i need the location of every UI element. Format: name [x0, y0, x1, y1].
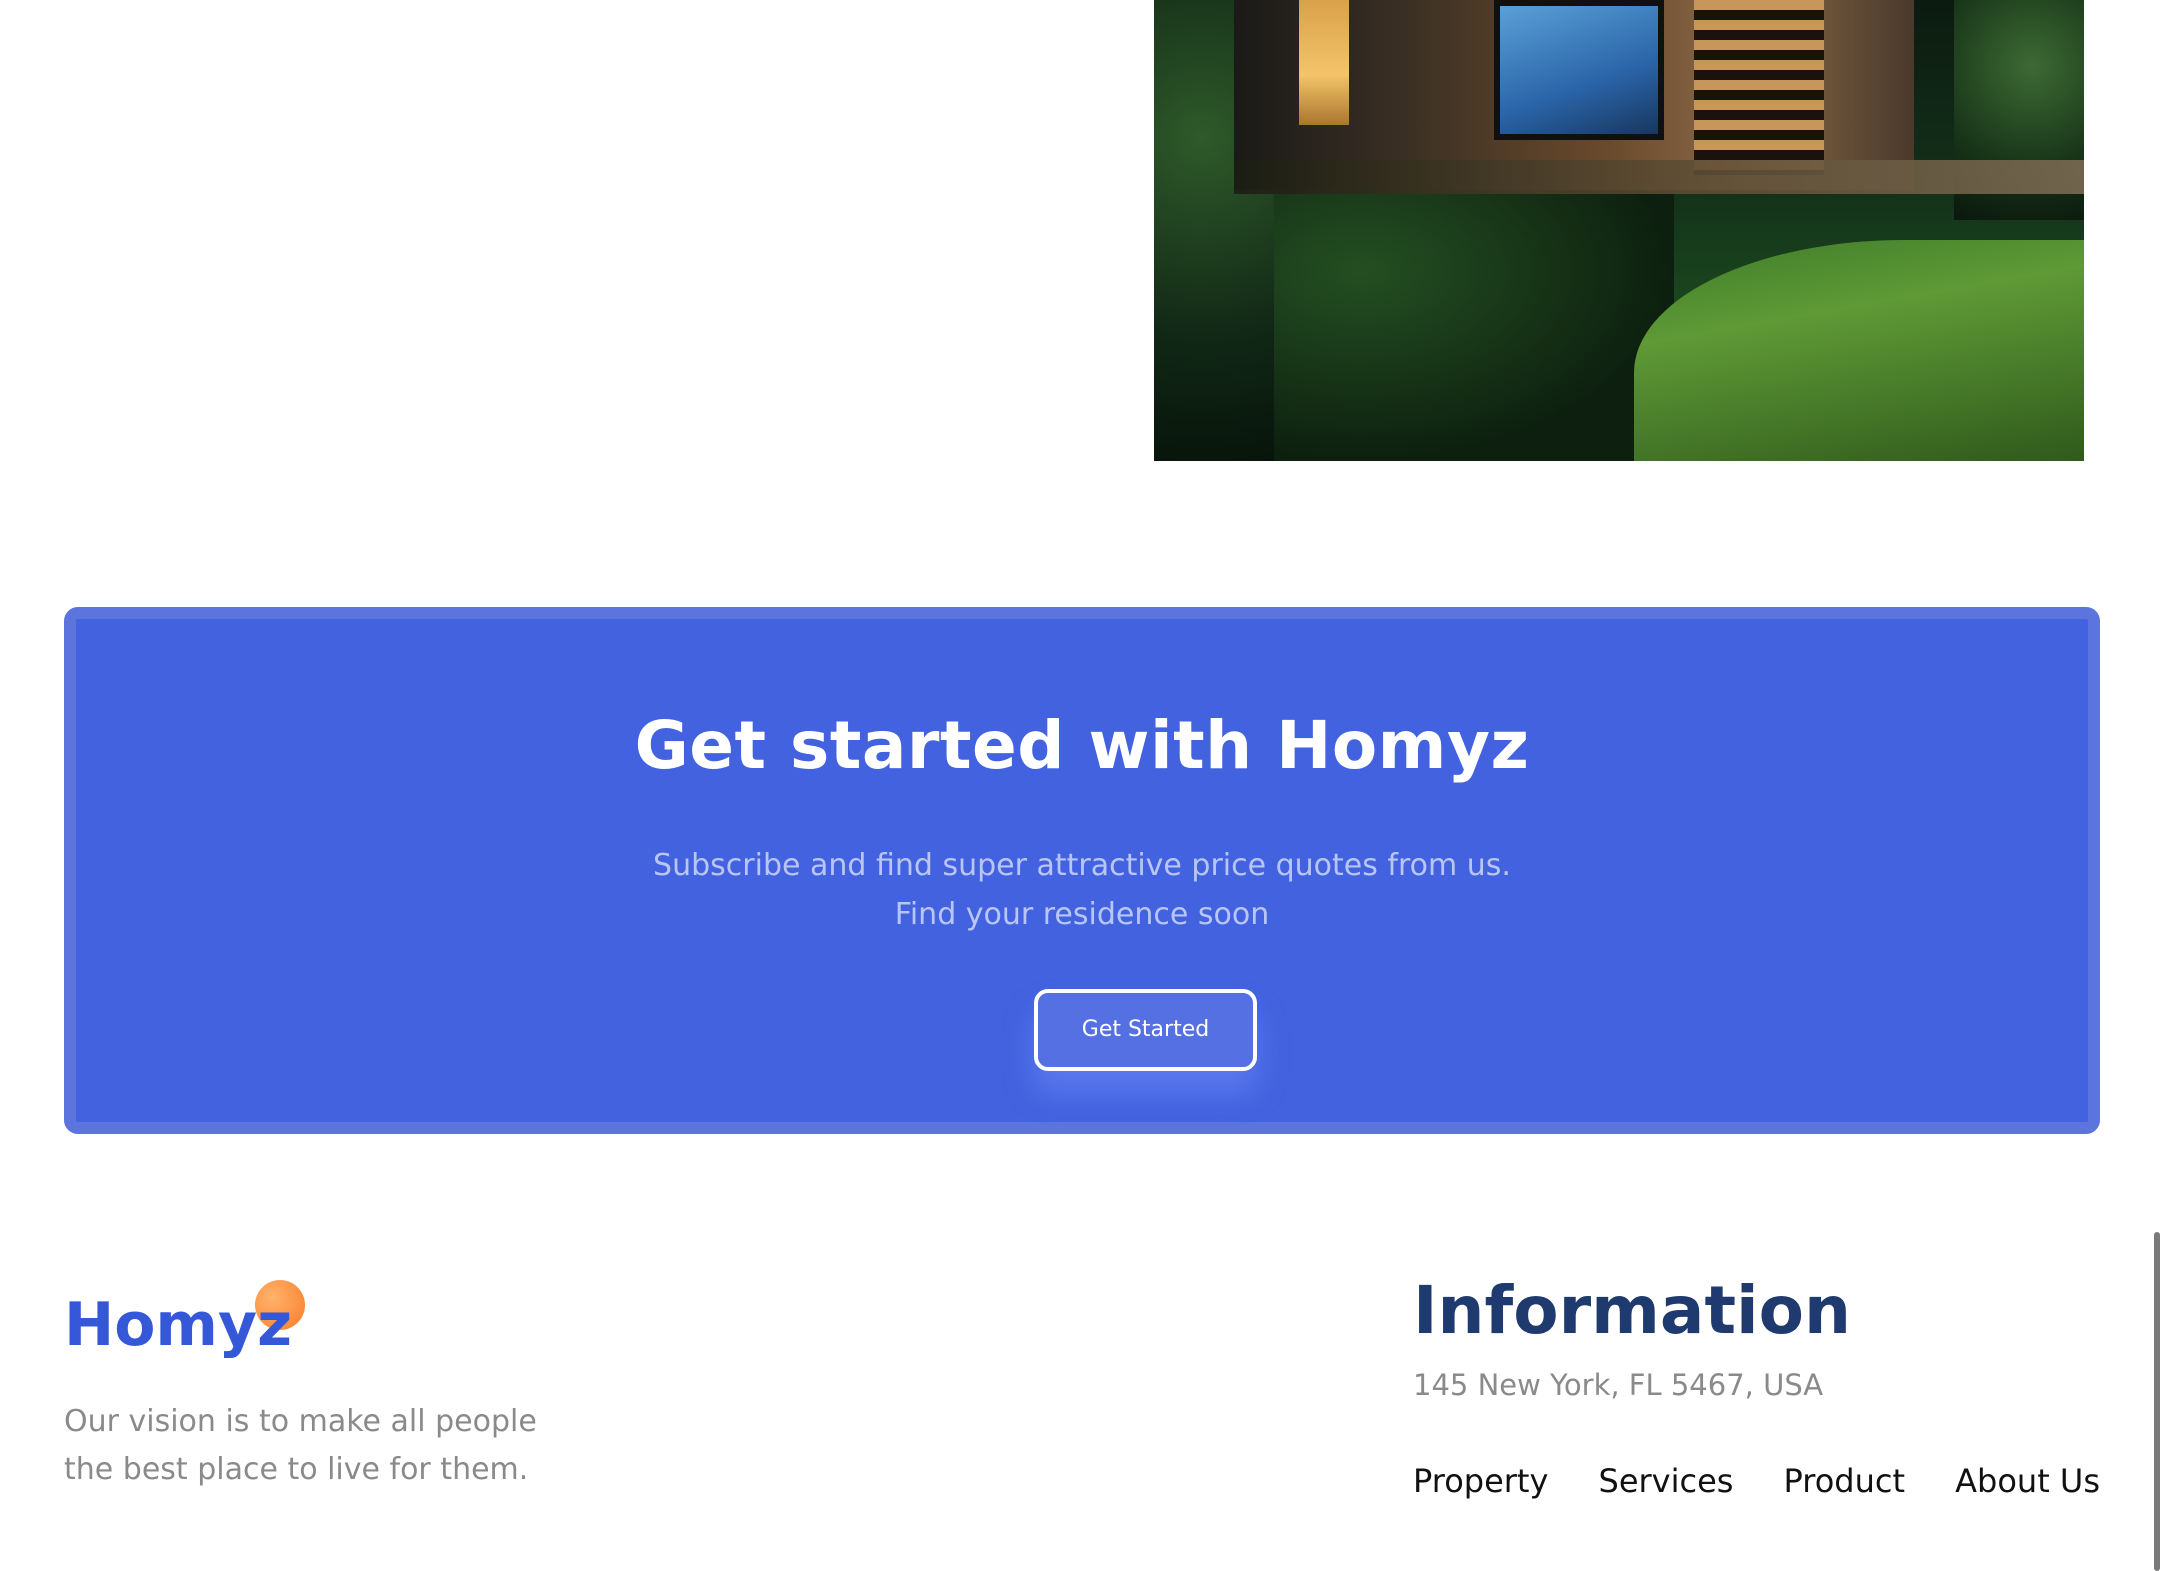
get-started-button[interactable]: Get Started: [1034, 989, 1257, 1071]
banner-subtitle: Subscribe and find super attractive pric…: [76, 841, 2088, 939]
vision-line-1: Our vision is to make all people: [64, 1404, 537, 1439]
footer-link-property[interactable]: Property: [1413, 1462, 1548, 1500]
house-photo: [1154, 0, 2084, 461]
information-heading: Information: [1413, 1272, 1851, 1349]
page: Get started with Homyz Subscribe and fin…: [0, 0, 2160, 1571]
footer-link-product[interactable]: Product: [1784, 1462, 1906, 1500]
address-text: 145 New York, FL 5467, USA: [1413, 1368, 1824, 1402]
photo-glass-window: [1494, 0, 1664, 140]
photo-lawn: [1634, 240, 2084, 461]
banner-subtitle-line-2: Find your residence soon: [894, 897, 1270, 932]
footer-link-services[interactable]: Services: [1599, 1462, 1734, 1500]
photo-lit-window: [1299, 0, 1349, 125]
get-started-banner: Get started with Homyz Subscribe and fin…: [64, 607, 2100, 1134]
photo-louvers: [1694, 0, 1824, 175]
vision-line-2: the best place to live for them.: [64, 1452, 529, 1487]
page-scrollbar[interactable]: [2154, 0, 2160, 1571]
vision-statement: Our vision is to make all people the bes…: [64, 1398, 584, 1494]
logo-text: Homyz: [64, 1290, 292, 1360]
banner-title: Get started with Homyz: [634, 707, 1530, 784]
footer-link-about-us[interactable]: About Us: [1955, 1462, 2100, 1500]
footer-nav: Property Services Product About Us: [1413, 1462, 2100, 1500]
photo-wall: [1234, 160, 2084, 194]
scrollbar-thumb[interactable]: [2154, 1232, 2160, 1571]
banner-subtitle-line-1: Subscribe and find super attractive pric…: [653, 848, 1511, 883]
